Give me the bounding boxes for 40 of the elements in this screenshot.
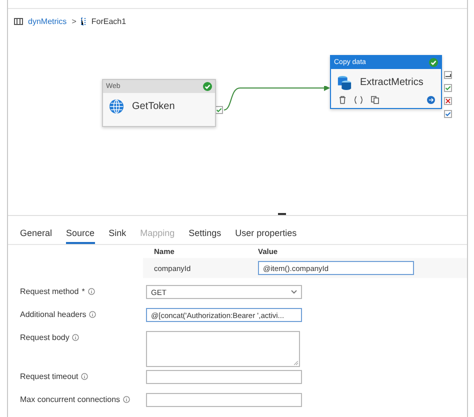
- arrow-circle-icon[interactable]: [427, 96, 435, 104]
- delete-icon[interactable]: [339, 96, 346, 104]
- field-label: Request method: [20, 287, 79, 296]
- clone-icon[interactable]: [371, 96, 379, 104]
- chevron-down-icon: [291, 290, 297, 294]
- skip-handle-icon[interactable]: [444, 71, 452, 79]
- breadcrumb-item: ForEach1: [91, 17, 126, 26]
- pipeline-icon: [14, 18, 23, 25]
- field-label: Additional headers: [20, 310, 86, 319]
- success-icon: [429, 58, 438, 67]
- breadcrumb-link[interactable]: dynMetrics: [28, 17, 67, 26]
- input-field[interactable]: [146, 393, 302, 407]
- globe-icon: [109, 99, 124, 114]
- field-label: Request timeout: [20, 372, 78, 381]
- info-icon[interactable]: [88, 288, 95, 295]
- field-label: Max concurrent connections: [20, 395, 120, 404]
- database-copy-icon: [337, 75, 352, 90]
- code-icon[interactable]: [354, 96, 363, 104]
- chevron-separator: >: [72, 17, 76, 26]
- resize-handle-icon[interactable]: [294, 361, 298, 365]
- activity-name: ExtractMetrics: [360, 77, 424, 88]
- completion-handle-icon[interactable]: [444, 110, 452, 118]
- success-icon: [203, 82, 212, 91]
- success-handle-icon[interactable]: [444, 84, 452, 92]
- tab[interactable]: Sink: [108, 226, 126, 244]
- field-label: Request body: [20, 333, 70, 342]
- required-asterisk: *: [82, 287, 85, 296]
- activity-name: GetToken: [132, 101, 175, 112]
- tab[interactable]: Source: [66, 226, 95, 244]
- info-icon[interactable]: [81, 373, 88, 380]
- request-body-field[interactable]: [146, 331, 300, 367]
- info-icon[interactable]: [123, 396, 130, 403]
- tab[interactable]: General: [20, 226, 52, 244]
- info-icon[interactable]: [89, 311, 96, 318]
- tab[interactable]: Settings: [188, 226, 222, 244]
- foreach-icon: [81, 17, 86, 26]
- tab[interactable]: User properties: [235, 226, 297, 244]
- input-field[interactable]: [146, 370, 302, 384]
- info-icon[interactable]: [72, 334, 80, 341]
- failure-handle-icon[interactable]: [444, 97, 452, 105]
